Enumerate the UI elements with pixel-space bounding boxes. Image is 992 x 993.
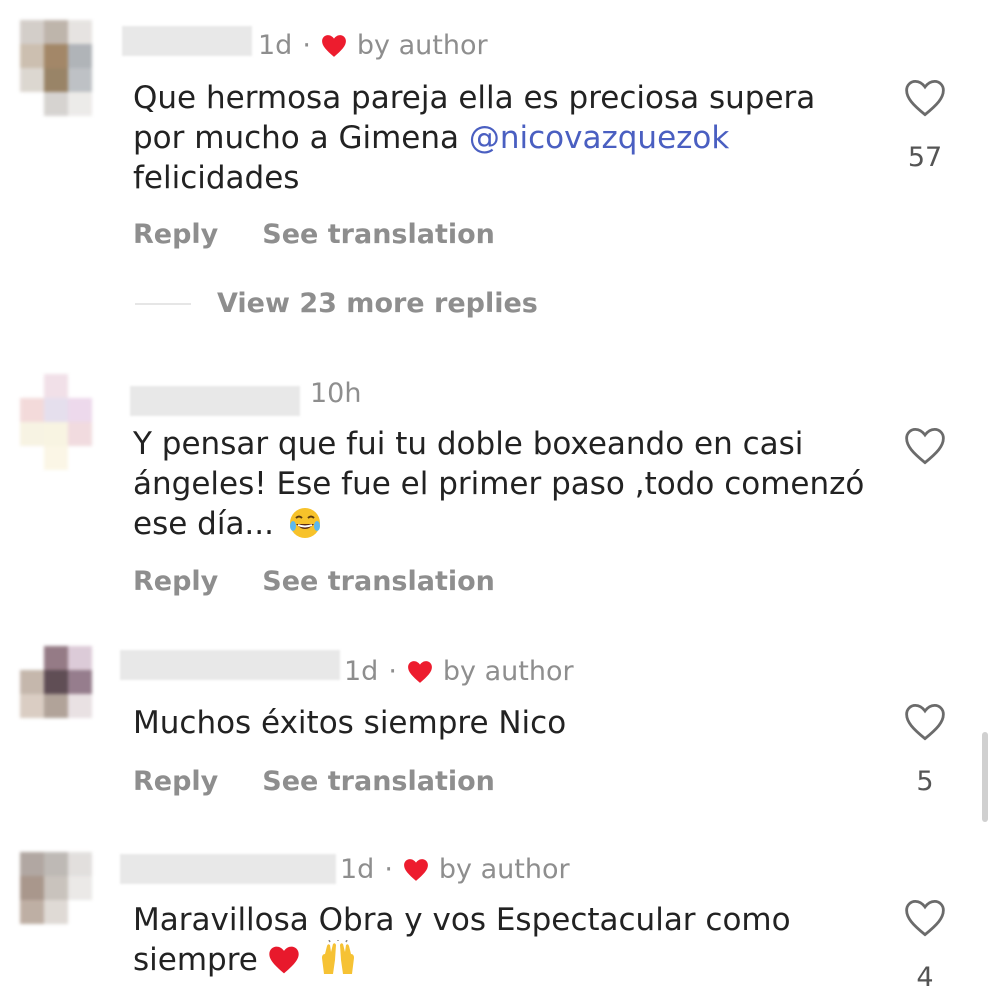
replies-divider <box>135 302 191 305</box>
comment-actions: Reply See translation <box>133 766 495 797</box>
view-more-replies-button[interactable]: View 23 more replies <box>135 288 538 319</box>
comment-text-part: Muchos éxitos siempre Nico <box>133 705 567 741</box>
author-liked-heart-icon <box>408 660 432 683</box>
laughing-crying-emoji-icon <box>289 507 320 538</box>
comment-meta: 1d · by author <box>340 854 570 885</box>
comment-time: 1d <box>258 30 293 61</box>
avatar[interactable] <box>20 374 116 470</box>
reply-button[interactable]: Reply <box>133 219 218 250</box>
username-blurred[interactable] <box>122 26 252 56</box>
comment-time: 10h <box>310 378 362 409</box>
see-translation-button[interactable]: See translation <box>262 566 495 597</box>
author-badge: by author <box>438 854 570 885</box>
comment-time: 1d <box>340 854 375 885</box>
like-count: 57 <box>907 142 943 173</box>
see-translation-button[interactable]: See translation <box>262 219 495 250</box>
comment-text: Maravillosa Obra y vos Espectacular como… <box>133 900 873 980</box>
separator-dot: · <box>302 30 311 61</box>
like-count: 4 <box>916 962 934 993</box>
comment-text: Que hermosa pareja ella es preciosa supe… <box>133 78 873 198</box>
red-heart-emoji-icon <box>269 946 299 973</box>
see-translation-button[interactable]: See translation <box>262 766 495 797</box>
comment-text: Y pensar que fui tu doble boxeando en ca… <box>133 424 873 544</box>
comment-text-part: Maravillosa Obra y vos Espectacular como… <box>133 902 791 978</box>
separator-dot: · <box>384 854 393 885</box>
mention-link[interactable]: @nicovazquezok <box>469 120 729 156</box>
comment-meta: 10h <box>310 378 361 409</box>
comment-actions: Reply See translation <box>133 566 495 597</box>
raised-hands-emoji-icon <box>321 939 354 974</box>
like-heart-icon[interactable] <box>904 78 946 118</box>
comment-time: 1d <box>344 656 379 687</box>
like-heart-icon[interactable] <box>904 898 946 938</box>
author-liked-heart-icon <box>404 858 428 881</box>
comment-text: Muchos éxitos siempre Nico <box>133 703 873 743</box>
avatar[interactable] <box>20 20 116 116</box>
like-count: 5 <box>916 766 934 797</box>
author-liked-heart-icon <box>322 34 346 57</box>
comment-meta: 1d · by author <box>344 656 574 687</box>
scrollbar[interactable] <box>982 732 988 822</box>
comment-actions: Reply See translation <box>133 219 495 250</box>
avatar[interactable] <box>20 852 116 948</box>
separator-dot: · <box>388 656 397 687</box>
comment-text-part: felicidades <box>133 160 300 196</box>
author-badge: by author <box>442 656 574 687</box>
reply-button[interactable]: Reply <box>133 766 218 797</box>
comment-meta: 1d · by author <box>258 30 488 61</box>
like-heart-icon[interactable] <box>904 426 946 466</box>
comment-text-part: Y pensar que fui tu doble boxeando en ca… <box>133 426 865 542</box>
author-badge: by author <box>356 30 488 61</box>
reply-button[interactable]: Reply <box>133 566 218 597</box>
username-blurred[interactable] <box>120 650 340 680</box>
username-blurred[interactable] <box>130 386 300 416</box>
like-heart-icon[interactable] <box>904 702 946 742</box>
view-replies-label: View 23 more replies <box>217 288 538 319</box>
username-blurred[interactable] <box>120 854 336 884</box>
avatar[interactable] <box>20 646 116 742</box>
